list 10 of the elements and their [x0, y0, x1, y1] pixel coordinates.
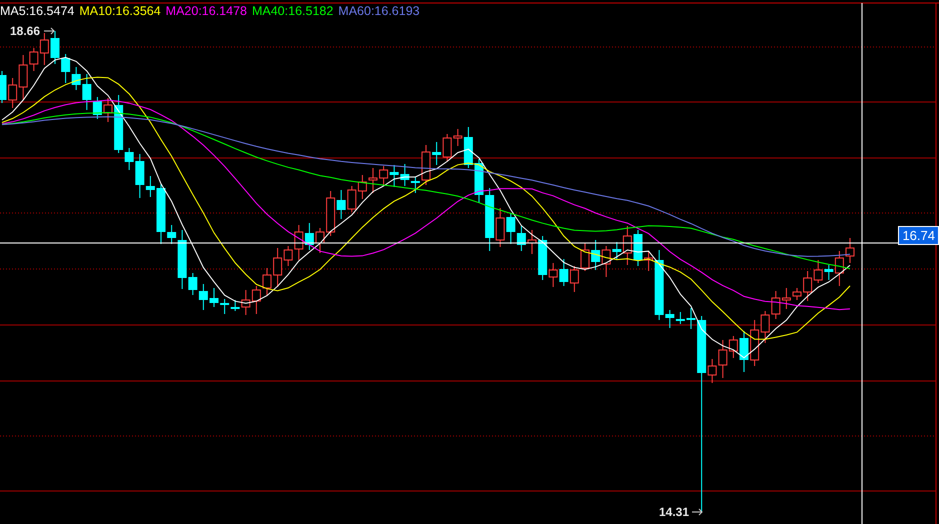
- low-price-label: 14.31: [659, 505, 690, 519]
- moving-average-legend: MA60:16.6193: [338, 4, 420, 18]
- moving-average-legend: MA5:16.5474: [0, 4, 74, 18]
- high-price-label: 18.66: [10, 24, 40, 38]
- arrow-icon: [692, 508, 703, 516]
- moving-average-legend: MA10:16.3564: [79, 4, 161, 18]
- crosshair-price-label: 16.74: [898, 226, 939, 245]
- moving-average-legend: MA40:16.5182: [252, 4, 334, 18]
- moving-average-legend: MA20:16.1478: [166, 4, 247, 18]
- arrow-icon: [44, 28, 55, 34]
